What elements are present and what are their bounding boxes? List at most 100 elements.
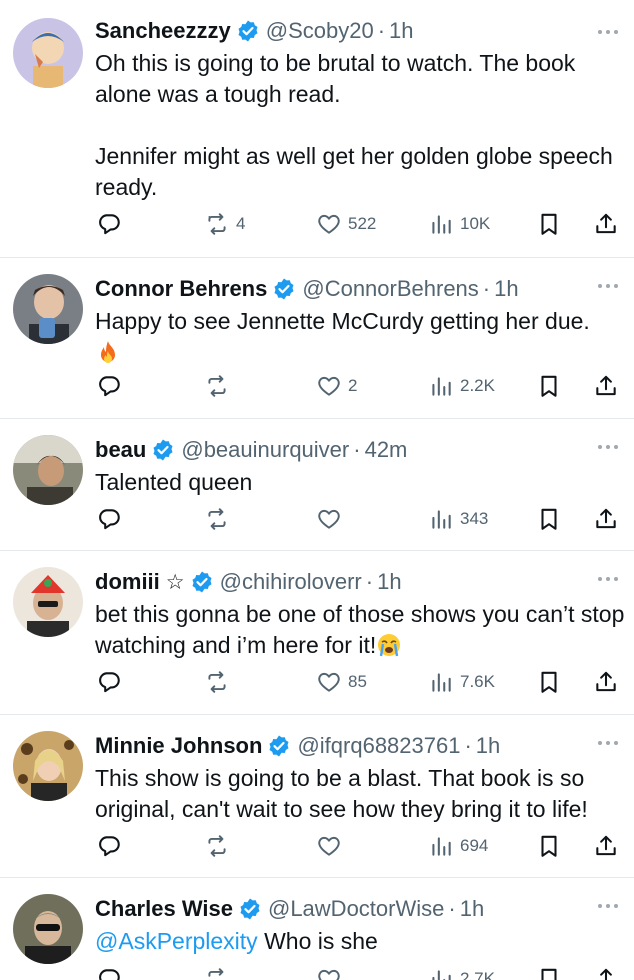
tweet[interactable]: Charles Wise @LawDoctorWise · 1h @AskPer…: [0, 878, 634, 980]
heart-icon: [316, 211, 342, 237]
views-button[interactable]: 343: [428, 504, 488, 534]
views-icon: [428, 373, 454, 399]
tweet-paragraph: Talented queen: [95, 469, 253, 495]
user-handle[interactable]: @ifqrq68823761: [297, 733, 460, 759]
timestamp[interactable]: 1h: [460, 896, 484, 922]
heart-icon: [316, 506, 342, 532]
action-bar: 343: [0, 504, 634, 534]
more-options-icon[interactable]: [596, 282, 620, 290]
avatar[interactable]: [13, 274, 83, 344]
repost-button[interactable]: [204, 964, 230, 980]
more-options-icon[interactable]: [596, 443, 620, 451]
more-options-icon[interactable]: [596, 28, 620, 36]
views-button[interactable]: 10K: [428, 209, 490, 239]
bookmark-button[interactable]: [536, 504, 562, 534]
reply-button[interactable]: [96, 209, 122, 239]
share-button[interactable]: [593, 964, 619, 980]
share-button[interactable]: [593, 831, 619, 861]
views-button[interactable]: 7.6K: [428, 667, 495, 697]
display-name[interactable]: domiii: [95, 569, 160, 595]
bookmark-button[interactable]: [536, 209, 562, 239]
fire-emoji-icon: [95, 339, 121, 365]
like-button[interactable]: 2: [316, 371, 357, 401]
avatar[interactable]: [13, 435, 83, 505]
tweet[interactable]: beau @beauinurquiver · 42m Talented quee…: [0, 419, 634, 551]
repost-button[interactable]: 4: [204, 209, 245, 239]
tweet[interactable]: Connor Behrens @ConnorBehrens · 1h Happy…: [0, 258, 634, 419]
share-button[interactable]: [593, 504, 619, 534]
tweet-header: Charles Wise @LawDoctorWise · 1h: [95, 892, 484, 926]
like-count: 85: [348, 672, 367, 691]
tweet-text: @AskPerplexity Who is she: [95, 926, 625, 957]
like-button[interactable]: [316, 964, 342, 980]
avatar[interactable]: [13, 567, 83, 637]
more-options-icon[interactable]: [596, 575, 620, 583]
repost-button[interactable]: [204, 504, 230, 534]
reply-button[interactable]: [96, 831, 122, 861]
avatar[interactable]: [13, 731, 83, 801]
share-button[interactable]: [593, 209, 619, 239]
more-options-icon[interactable]: [596, 739, 620, 747]
display-name[interactable]: Connor Behrens: [95, 276, 267, 302]
user-handle[interactable]: @ConnorBehrens: [302, 276, 478, 302]
bookmark-button[interactable]: [536, 371, 562, 401]
bookmark-icon: [536, 669, 562, 695]
action-bar: 4 522 10K: [0, 209, 634, 239]
user-handle[interactable]: @chihiroloverr: [220, 569, 362, 595]
timestamp[interactable]: 1h: [476, 733, 500, 759]
timestamp[interactable]: 42m: [365, 437, 408, 463]
timestamp[interactable]: 1h: [377, 569, 401, 595]
repost-button[interactable]: [204, 667, 230, 697]
user-handle[interactable]: @LawDoctorWise: [268, 896, 444, 922]
loudly-crying-face-emoji-icon: [376, 632, 402, 658]
repost-icon: [204, 373, 230, 399]
view-count: 7.6K: [460, 672, 495, 691]
bookmark-button[interactable]: [536, 831, 562, 861]
display-name[interactable]: Minnie Johnson: [95, 733, 262, 759]
like-button[interactable]: 522: [316, 209, 376, 239]
reply-button[interactable]: [96, 667, 122, 697]
display-name[interactable]: Charles Wise: [95, 896, 233, 922]
repost-icon: [204, 833, 230, 859]
repost-button[interactable]: [204, 371, 230, 401]
timestamp[interactable]: 1h: [389, 18, 413, 44]
verified-badge-icon: [267, 734, 291, 758]
bookmark-button[interactable]: [536, 964, 562, 980]
reply-button[interactable]: [96, 504, 122, 534]
reply-button[interactable]: [96, 371, 122, 401]
timestamp[interactable]: 1h: [494, 276, 518, 302]
reply-button[interactable]: [96, 964, 122, 980]
avatar[interactable]: [13, 18, 83, 88]
tweet[interactable]: Minnie Johnson @ifqrq68823761 · 1h This …: [0, 715, 634, 878]
like-button[interactable]: 85: [316, 667, 367, 697]
tweet[interactable]: Sancheezzzy @Scoby20 · 1h Oh this is goi…: [0, 0, 634, 258]
tweet-paragraph-text: bet this gonna be one of those shows you…: [95, 601, 625, 658]
like-button[interactable]: [316, 831, 342, 861]
tweet-paragraph-text: Who is she: [264, 928, 378, 954]
bookmark-button[interactable]: [536, 667, 562, 697]
tweet-paragraph: Happy to see Jennette McCurdy getting he…: [95, 308, 590, 334]
share-icon: [593, 373, 619, 399]
user-handle[interactable]: @beauinurquiver: [181, 437, 349, 463]
more-options-icon[interactable]: [596, 902, 620, 910]
share-button[interactable]: [593, 667, 619, 697]
verified-badge-icon: [151, 438, 175, 462]
views-button[interactable]: 2.2K: [428, 371, 495, 401]
share-icon: [593, 211, 619, 237]
avatar[interactable]: [13, 894, 83, 964]
repost-button[interactable]: [204, 831, 230, 861]
mention-link[interactable]: @AskPerplexity: [95, 928, 258, 954]
tweet-text: Happy to see Jennette McCurdy getting he…: [95, 306, 625, 368]
view-count: 2.7K: [460, 969, 495, 980]
user-handle[interactable]: @Scoby20: [266, 18, 374, 44]
tweet[interactable]: domiii ☆ @chihiroloverr · 1h bet this go…: [0, 551, 634, 715]
views-button[interactable]: 2.7K: [428, 964, 495, 980]
tweet-text: Talented queen: [95, 467, 625, 498]
like-count: 2: [348, 376, 358, 395]
display-name[interactable]: beau: [95, 437, 146, 463]
like-button[interactable]: [316, 504, 342, 534]
display-name[interactable]: Sancheezzzy: [95, 18, 231, 44]
views-button[interactable]: 694: [428, 831, 488, 861]
share-button[interactable]: [593, 371, 619, 401]
heart-icon: [316, 669, 342, 695]
